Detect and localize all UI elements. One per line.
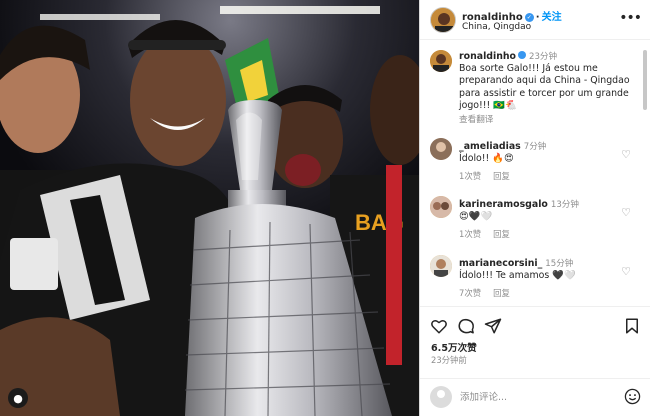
post-photo-illustration: BAG bbox=[0, 0, 419, 416]
caption-verified-badge-icon bbox=[518, 51, 526, 59]
commenter-username[interactable]: karineramosgalo bbox=[459, 199, 548, 210]
comment-composer bbox=[420, 378, 650, 416]
comment-time: 13分钟 bbox=[550, 200, 579, 210]
see-translation-link[interactable]: 查看翻译 bbox=[459, 113, 493, 125]
comment-text: 😍🖤🤍 bbox=[459, 211, 493, 222]
commenter-avatar[interactable] bbox=[430, 255, 452, 277]
post-header: ronaldinho ✓ · 关注 China, Qingdao ••• bbox=[420, 0, 650, 40]
post-location[interactable]: China, Qingdao bbox=[462, 22, 531, 32]
comment-likes[interactable]: 7次赞 bbox=[459, 288, 481, 298]
comment-heart-icon[interactable]: ♡ bbox=[621, 206, 631, 219]
add-comment-input[interactable] bbox=[460, 388, 610, 406]
caption-text: Boa sorte Galo!!! Já estou me preparando… bbox=[459, 63, 630, 111]
caption-time: 23分钟 bbox=[529, 52, 558, 62]
verified-badge-icon: ✓ bbox=[524, 13, 534, 22]
comment-text: Ídolo!! 🔥😍 bbox=[459, 153, 514, 164]
comment-text: Ídolo!!! Te amamos 🖤🤍 bbox=[459, 270, 576, 281]
comment-icon[interactable] bbox=[457, 317, 475, 335]
commenter-avatar[interactable] bbox=[430, 196, 452, 218]
post-side-panel: ronaldinho ✓ · 关注 China, Qingdao ••• ronald… bbox=[419, 0, 650, 416]
separator-dot: · bbox=[535, 12, 540, 23]
like-heart-icon[interactable] bbox=[430, 317, 448, 335]
post-timestamp: 23分钟前 bbox=[431, 355, 467, 365]
commenter-avatar[interactable] bbox=[430, 138, 452, 160]
save-bookmark-icon[interactable] bbox=[623, 317, 641, 335]
caption-author-avatar[interactable] bbox=[430, 50, 452, 72]
comment-time: 7分钟 bbox=[523, 142, 547, 152]
comment-heart-icon[interactable]: ♡ bbox=[621, 148, 631, 161]
comment-likes[interactable]: 1次赞 bbox=[459, 229, 481, 239]
commenter-username[interactable]: _ameliadias bbox=[459, 141, 521, 152]
current-user-avatar bbox=[430, 386, 452, 408]
commenter-username[interactable]: marianecorsini_ bbox=[459, 258, 542, 269]
comment-heart-icon[interactable]: ♡ bbox=[621, 265, 631, 278]
comment-item: _ameliadias 7分钟 Ídolo!! 🔥😍 1次赞 回复 ♡ bbox=[420, 138, 650, 186]
more-horizontal-icon[interactable]: ••• bbox=[619, 10, 642, 26]
post-photo[interactable]: BAG ● bbox=[0, 0, 419, 416]
like-count[interactable]: 6.5万次赞 bbox=[431, 340, 477, 354]
comment-item: marianecorsini_ 15分钟 Ídolo!!! Te amamos 🖤… bbox=[420, 255, 650, 303]
post-actions: 6.5万次赞 23分钟前 bbox=[420, 306, 650, 378]
reply-button[interactable]: 回复 bbox=[493, 171, 510, 181]
share-icon[interactable] bbox=[484, 317, 502, 335]
follow-button[interactable]: 关注 bbox=[542, 12, 562, 23]
reply-button[interactable]: 回复 bbox=[493, 288, 510, 298]
emoji-picker-icon[interactable] bbox=[624, 388, 641, 405]
comment-time: 15分钟 bbox=[545, 259, 574, 269]
comment-item: karineramosgalo 13分钟 😍🖤🤍 1次赞 回复 ♡ bbox=[420, 196, 650, 244]
comment-likes[interactable]: 1次赞 bbox=[459, 171, 481, 181]
caption-username[interactable]: ronaldinho bbox=[459, 51, 516, 62]
person-tag-icon[interactable]: ● bbox=[8, 388, 28, 408]
author-avatar[interactable] bbox=[430, 7, 456, 33]
reply-button[interactable]: 回复 bbox=[493, 229, 510, 239]
